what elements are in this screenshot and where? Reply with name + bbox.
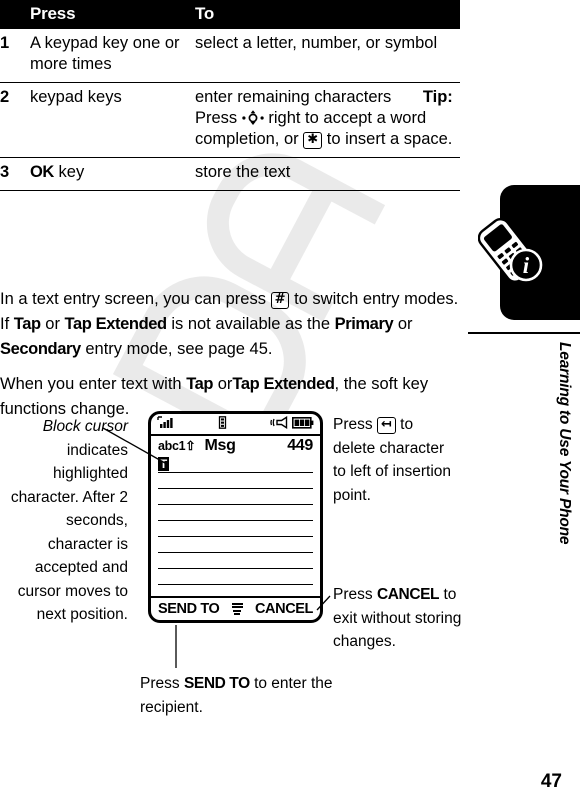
p1-bold-tap-extended: Tap Extended bbox=[64, 314, 168, 333]
annotation-bottom-a: Press bbox=[140, 675, 180, 692]
phone-screen-figure: abc1⇧ Msg 449 T SEND TO CANCEL bbox=[148, 411, 323, 623]
annotation-block-cursor: Block cursor indicates highlighted chara… bbox=[0, 415, 128, 627]
lcd-frame: abc1⇧ Msg 449 T SEND TO CANCEL bbox=[148, 411, 323, 623]
annotation-left-italic: Block cursor bbox=[42, 418, 128, 435]
character-count: 449 bbox=[287, 437, 313, 454]
ringer-alert-icon bbox=[270, 416, 289, 434]
status-right-group bbox=[270, 416, 314, 434]
p1-bold-primary: Primary bbox=[334, 314, 394, 333]
step-to: enter remaining characters Tip: Press ri… bbox=[195, 82, 460, 158]
p2-bold-tap-extended: Tap Extended bbox=[232, 374, 335, 393]
annotation-left-text: indicates highlighted character. After 2… bbox=[10, 441, 128, 624]
p1-text-e: or bbox=[397, 314, 413, 333]
entry-mode-label: abc1 bbox=[158, 439, 186, 453]
p1-bold-secondary: Secondary bbox=[0, 339, 81, 358]
chapter-divider bbox=[468, 332, 580, 334]
lcd-text-line[interactable]: T bbox=[158, 457, 313, 473]
step-to: store the text bbox=[195, 157, 460, 191]
message-icon bbox=[218, 416, 227, 434]
table-row: 2 keypad keys enter remaining characters… bbox=[0, 82, 460, 158]
lcd-text-line[interactable] bbox=[158, 505, 313, 521]
step-press: OK key bbox=[30, 157, 195, 191]
lcd-softkey-bar: SEND TO CANCEL bbox=[151, 596, 320, 620]
softkey-left[interactable]: SEND TO bbox=[158, 601, 220, 617]
annotation-sendto-label: SEND TO bbox=[183, 675, 250, 692]
steps-table: Press To 1 A keypad key one or more time… bbox=[0, 0, 460, 191]
p2-text-b: or bbox=[217, 374, 233, 393]
battery-icon bbox=[292, 416, 314, 434]
table-header-row: Press To bbox=[0, 0, 460, 29]
annotation-right-top-a: Press bbox=[333, 416, 373, 433]
menu-icon[interactable] bbox=[231, 601, 243, 617]
navigation-key-icon bbox=[242, 109, 264, 126]
tip-text-3: to insert a space. bbox=[326, 130, 453, 148]
lcd-header: abc1⇧ Msg 449 bbox=[151, 436, 320, 457]
lcd-text-line[interactable] bbox=[158, 473, 313, 489]
table-row: 3 OK key store the text bbox=[0, 157, 460, 191]
p1-text-a: In a text entry screen, you can press bbox=[0, 289, 266, 308]
paragraph-entry-modes: In a text entry screen, you can press # … bbox=[0, 287, 462, 362]
step-number: 2 bbox=[0, 82, 30, 158]
table-row: 1 A keypad key one or more times select … bbox=[0, 29, 460, 83]
delete-key-icon: ↤ bbox=[376, 417, 396, 434]
p1-text-f: entry mode, see page 45. bbox=[85, 339, 273, 358]
manual-page: Press To 1 A keypad key one or more time… bbox=[0, 0, 580, 811]
lcd-text-line[interactable] bbox=[158, 489, 313, 505]
shift-up-icon: ⇧ bbox=[185, 439, 196, 453]
p2-bold-tap: Tap bbox=[186, 374, 214, 393]
p1-bold-tap: Tap bbox=[13, 314, 41, 333]
lcd-text-line[interactable] bbox=[158, 569, 313, 585]
ok-key-label: OK bbox=[30, 163, 54, 181]
annotation-cancel-label: CANCEL bbox=[376, 586, 440, 603]
block-cursor: T bbox=[158, 457, 169, 471]
lcd-text-line[interactable] bbox=[158, 521, 313, 537]
annotation-send-to: Press SEND TO to enter the recipient. bbox=[140, 672, 340, 719]
annotation-delete-key: Press ↤ to delete character to left of i… bbox=[333, 413, 453, 507]
step-to: select a letter, number, or symbol bbox=[195, 29, 460, 83]
lcd-text-line[interactable] bbox=[158, 553, 313, 569]
asterisk-key-icon: ✱ bbox=[303, 132, 323, 149]
step-to-text: enter remaining characters bbox=[195, 88, 392, 106]
step-press: A keypad key one or more times bbox=[30, 29, 195, 83]
lcd-title: Msg bbox=[204, 437, 236, 454]
p1-text-d: is not available as the bbox=[171, 314, 330, 333]
lcd-text-area[interactable]: T bbox=[151, 457, 320, 585]
chapter-title: Learning to Use Your Phone bbox=[552, 342, 576, 642]
step-press: keypad keys bbox=[30, 82, 195, 158]
softkey-right[interactable]: CANCEL bbox=[255, 601, 313, 617]
page-number: 47 bbox=[540, 771, 562, 792]
tip-text-1: Press bbox=[195, 109, 238, 127]
step-number: 3 bbox=[0, 157, 30, 191]
p1-text-c: or bbox=[45, 314, 60, 333]
lcd-status-bar bbox=[151, 414, 320, 434]
header-num bbox=[0, 0, 30, 29]
signal-strength-icon bbox=[157, 416, 175, 434]
ok-key-suffix: key bbox=[58, 163, 85, 181]
header-press: Press bbox=[30, 0, 195, 29]
chapter-title-text: Learning to Use Your Phone bbox=[556, 342, 573, 545]
tip-label: Tip: bbox=[422, 88, 453, 106]
p2-text-a: When you enter text with bbox=[0, 374, 182, 393]
annotation-cancel: Press CANCEL to exit without storing cha… bbox=[333, 583, 463, 654]
step-number: 1 bbox=[0, 29, 30, 83]
annotation-right-bottom-a: Press bbox=[333, 586, 373, 603]
header-to: To bbox=[195, 0, 460, 29]
pound-key-icon: # bbox=[270, 291, 290, 309]
svg-text:i: i bbox=[523, 253, 530, 278]
phone-info-icon: i bbox=[477, 215, 552, 293]
lcd-text-line[interactable] bbox=[158, 537, 313, 553]
entry-mode-indicator: abc1⇧ bbox=[158, 438, 196, 453]
